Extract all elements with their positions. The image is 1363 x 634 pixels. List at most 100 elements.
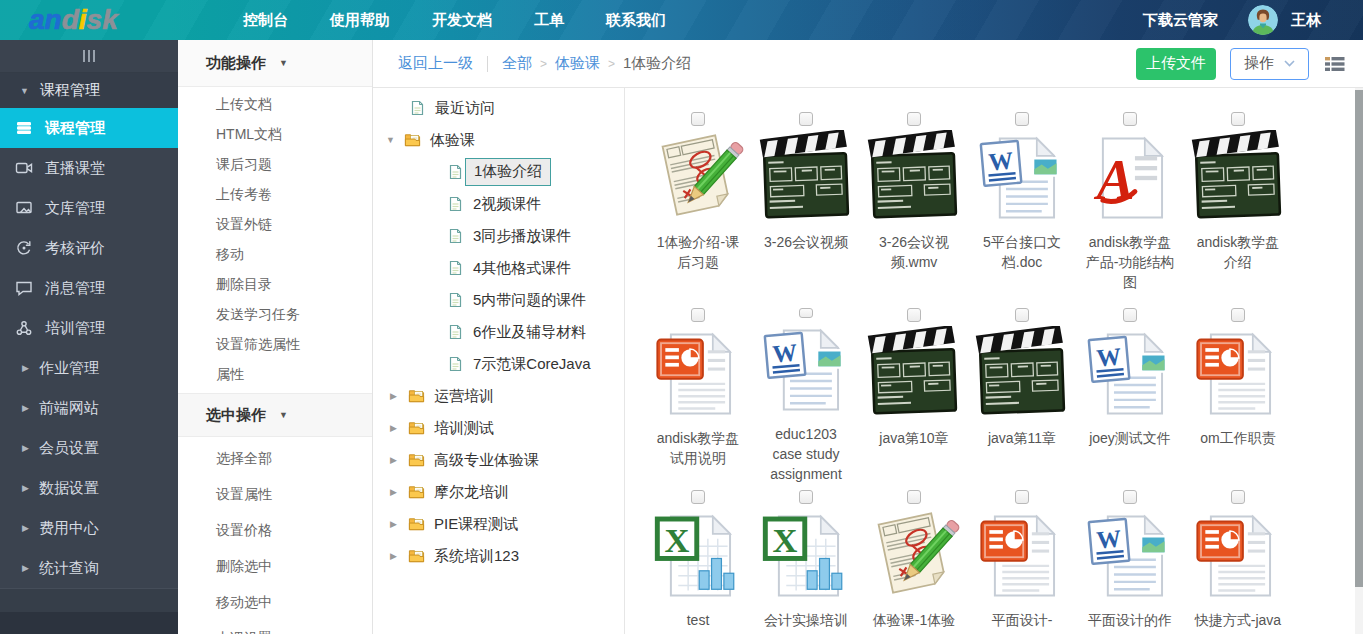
tree-folder[interactable]: ▶系统培训123 bbox=[373, 540, 624, 572]
file-checkbox[interactable] bbox=[1231, 490, 1245, 504]
menu-item-move-selected[interactable]: 移动选中 bbox=[178, 584, 372, 620]
breadcrumb-course[interactable]: 体验课 bbox=[555, 54, 600, 73]
func-ops-header[interactable]: 功能操作▼ bbox=[178, 40, 372, 87]
menu-item-move[interactable]: 移动 bbox=[178, 239, 372, 269]
sidebar-section-course[interactable]: ▼课程管理 bbox=[0, 73, 178, 108]
file-checkbox[interactable] bbox=[1123, 490, 1137, 504]
file-item[interactable]: 平面设计- bbox=[968, 484, 1076, 634]
menu-item-set-price[interactable]: 设置价格 bbox=[178, 512, 372, 548]
sidebar-group-member[interactable]: ▶会员设置 bbox=[0, 428, 178, 468]
sidebar-item-assessment[interactable]: 考核评价 bbox=[0, 228, 178, 268]
tree-item[interactable]: 6作业及辅导材料 bbox=[373, 316, 624, 348]
menu-item-attr[interactable]: 属性 bbox=[178, 359, 372, 389]
file-item[interactable]: 体验课-1体验 bbox=[860, 484, 968, 634]
file-item[interactable]: W平面设计的作 bbox=[1076, 484, 1184, 634]
chevron-right-icon[interactable]: ▶ bbox=[390, 391, 400, 401]
tree-item-recent[interactable]: 最近访问 bbox=[373, 92, 624, 124]
file-checkbox[interactable] bbox=[691, 308, 705, 322]
file-checkbox[interactable] bbox=[799, 490, 813, 504]
tree-item-root[interactable]: ▼体验课 bbox=[373, 124, 624, 156]
sidebar-item-library[interactable]: 文库管理 bbox=[0, 188, 178, 228]
topnav-item-ticket[interactable]: 工单 bbox=[513, 0, 585, 40]
action-dropdown-button[interactable]: 操作 bbox=[1230, 48, 1309, 80]
username[interactable]: 王林 bbox=[1291, 11, 1321, 30]
chevron-right-icon[interactable]: ▶ bbox=[390, 519, 400, 529]
file-checkbox[interactable] bbox=[691, 490, 705, 504]
menu-item-send-task[interactable]: 发送学习任务 bbox=[178, 299, 372, 329]
download-cloud-link[interactable]: 下载云管家 bbox=[1143, 11, 1218, 30]
sidebar-item-live-class[interactable]: 直播课堂 bbox=[0, 148, 178, 188]
sidebar-collapse-icon[interactable] bbox=[0, 40, 178, 73]
sidebar-group-stats[interactable]: ▶统计查询 bbox=[0, 548, 178, 588]
chevron-right-icon[interactable]: ▶ bbox=[390, 487, 400, 497]
sidebar-item-course-mgmt[interactable]: 课程管理 bbox=[0, 108, 178, 148]
sel-ops-header[interactable]: 选中操作▼ bbox=[178, 393, 372, 437]
tree-folder[interactable]: ▶PIE课程测试 bbox=[373, 508, 624, 540]
tree-folder[interactable]: ▶摩尔龙培训 bbox=[373, 476, 624, 508]
file-item[interactable]: Wjoey测试文件 bbox=[1076, 302, 1184, 484]
menu-item-delete-selected[interactable]: 删除选中 bbox=[178, 548, 372, 584]
tree-item-selected[interactable]: 1体验介绍 bbox=[373, 156, 624, 188]
menu-item-filter-attr[interactable]: 设置筛选属性 bbox=[178, 329, 372, 359]
topnav-item-help[interactable]: 使用帮助 bbox=[309, 0, 411, 40]
scrollbar-thumb[interactable] bbox=[1355, 90, 1363, 587]
tree-folder[interactable]: ▶高级专业体验课 bbox=[373, 444, 624, 476]
file-checkbox[interactable] bbox=[1015, 308, 1029, 322]
sidebar-item-training[interactable]: 培训管理 bbox=[0, 308, 178, 348]
tree-folder[interactable]: ▶运营培训 bbox=[373, 380, 624, 412]
file-item[interactable]: X会计实操培训 bbox=[752, 484, 860, 634]
tree-folder[interactable]: ▶培训测试 bbox=[373, 412, 624, 444]
file-item[interactable]: andisk教学盘介绍 bbox=[1184, 106, 1292, 302]
file-item[interactable]: 1体验介绍-课后习题 bbox=[644, 106, 752, 302]
tree-item[interactable]: 7示范课CoreJava bbox=[373, 348, 624, 380]
file-checkbox[interactable] bbox=[1123, 112, 1137, 126]
file-checkbox[interactable] bbox=[907, 112, 921, 126]
file-checkbox[interactable] bbox=[907, 490, 921, 504]
file-item[interactable]: java第11章 bbox=[968, 302, 1076, 484]
file-item[interactable]: java第10章 bbox=[860, 302, 968, 484]
file-item[interactable]: 3-26会议视频.wmv bbox=[860, 106, 968, 302]
list-view-icon[interactable] bbox=[1325, 56, 1345, 72]
menu-item-html-doc[interactable]: HTML文档 bbox=[178, 119, 372, 149]
sidebar-group-data[interactable]: ▶数据设置 bbox=[0, 468, 178, 508]
menu-item-upload-doc[interactable]: 上传文档 bbox=[178, 89, 372, 119]
file-item[interactable]: andisk教学盘试用说明 bbox=[644, 302, 752, 484]
tree-item[interactable]: 3同步播放课件 bbox=[373, 220, 624, 252]
file-item[interactable]: Aandisk教学盘产品-功能结构图 bbox=[1076, 106, 1184, 302]
scrollbar-track[interactable] bbox=[1355, 88, 1363, 634]
menu-item-select-all[interactable]: 选择全部 bbox=[178, 440, 372, 476]
avatar[interactable] bbox=[1248, 5, 1278, 35]
sidebar-group-frontend[interactable]: ▶前端网站 bbox=[0, 388, 178, 428]
sidebar-group-billing[interactable]: ▶费用中心 bbox=[0, 508, 178, 548]
tree-item[interactable]: 5内带问题的课件 bbox=[373, 284, 624, 316]
topnav-item-contact[interactable]: 联系我们 bbox=[585, 0, 687, 40]
file-checkbox[interactable] bbox=[1231, 308, 1245, 322]
file-item[interactable]: 快捷方式-java bbox=[1184, 484, 1292, 634]
chevron-down-icon[interactable]: ▼ bbox=[386, 135, 396, 145]
file-item[interactable]: Xtest bbox=[644, 484, 752, 634]
breadcrumb-all[interactable]: 全部 bbox=[502, 54, 532, 73]
menu-item-set-attr[interactable]: 设置属性 bbox=[178, 476, 372, 512]
sidebar-item-message[interactable]: 消息管理 bbox=[0, 268, 178, 308]
file-checkbox[interactable] bbox=[1231, 112, 1245, 126]
tree-item[interactable]: 2视频课件 bbox=[373, 188, 624, 220]
back-link[interactable]: 返回上一级 bbox=[398, 54, 473, 73]
menu-item-exercises[interactable]: 课后习题 bbox=[178, 149, 372, 179]
menu-item-partial[interactable]: 上课设置 bbox=[178, 620, 372, 634]
file-checkbox[interactable] bbox=[1015, 490, 1029, 504]
file-checkbox[interactable] bbox=[1015, 112, 1029, 126]
file-checkbox[interactable] bbox=[799, 112, 813, 126]
upload-file-button[interactable]: 上传文件 bbox=[1136, 48, 1216, 80]
menu-item-delete-dir[interactable]: 删除目录 bbox=[178, 269, 372, 299]
file-checkbox[interactable] bbox=[799, 308, 813, 318]
chevron-right-icon[interactable]: ▶ bbox=[390, 551, 400, 561]
file-checkbox[interactable] bbox=[907, 308, 921, 322]
file-checkbox[interactable] bbox=[1123, 308, 1137, 322]
menu-item-external-link[interactable]: 设置外链 bbox=[178, 209, 372, 239]
topnav-item-console[interactable]: 控制台 bbox=[222, 0, 309, 40]
chevron-right-icon[interactable]: ▶ bbox=[390, 455, 400, 465]
file-item[interactable]: Weduc1203 case study assignment bbox=[752, 302, 860, 484]
tree-item[interactable]: 4其他格式课件 bbox=[373, 252, 624, 284]
file-checkbox[interactable] bbox=[691, 112, 705, 126]
file-item[interactable]: om工作职责 bbox=[1184, 302, 1292, 484]
